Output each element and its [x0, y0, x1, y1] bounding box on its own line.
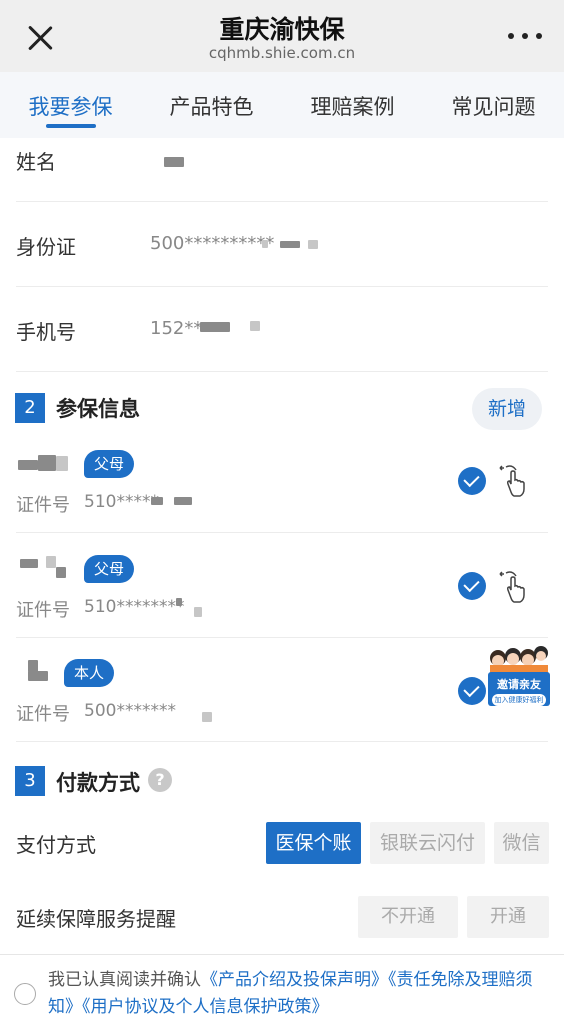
divider — [16, 371, 548, 372]
tab-bar: 我要参保 产品特色 理赔案例 常见问题 — [0, 72, 564, 138]
redacted-cert — [202, 712, 212, 722]
cert-label: 证件号 — [16, 495, 70, 516]
divider — [16, 286, 548, 287]
reminder-off-button[interactable]: 不开通 — [358, 896, 458, 938]
invite-friends-badge[interactable]: 邀请亲友 加入健康好福利 — [484, 644, 554, 716]
redacted-name — [56, 567, 66, 578]
relation-tag: 父母 — [84, 555, 135, 583]
invite-friends-sublabel: 加入健康好福利 — [494, 696, 544, 704]
redacted-name — [46, 556, 56, 568]
redacted-cert — [174, 497, 192, 505]
id-card-value: 500********** — [150, 233, 275, 254]
redacted-name — [56, 456, 68, 471]
relation-tag: 本人 — [64, 659, 115, 687]
cert-value: 510***** — [84, 492, 159, 512]
tab-label: 常见问题 — [451, 95, 536, 119]
selected-check-icon[interactable] — [458, 572, 486, 600]
reminder-on-button[interactable]: 开通 — [467, 896, 549, 938]
redacted-name — [18, 460, 38, 470]
page-url: cqhmb.shie.com.cn — [208, 44, 356, 62]
redacted-id — [308, 240, 318, 249]
product-declaration-link[interactable]: 《产品介绍及投保声明》 — [201, 970, 388, 990]
divider — [16, 201, 548, 202]
user-privacy-policy-link[interactable]: 《用户协议及个人信息保护政策》 — [82, 997, 329, 1017]
id-card-label: 身份证 — [16, 235, 76, 259]
tab-enroll[interactable]: 我要参保 — [0, 72, 141, 138]
app-header: 重庆渝快保 cqhmb.shie.com.cn — [0, 0, 564, 72]
pay-wechat-button[interactable]: 微信 — [494, 822, 549, 864]
name-label: 姓名 — [16, 150, 56, 174]
redacted-cert — [176, 598, 182, 606]
redacted-name — [164, 157, 184, 167]
redacted-name — [38, 455, 56, 471]
phone-value: 152** — [150, 318, 203, 339]
redacted-cert — [151, 497, 163, 505]
agreement-prefix: 我已认真阅读并确认 — [48, 970, 201, 990]
pay-medical-account-button[interactable]: 医保个账 — [266, 822, 361, 864]
agreement-text: 我已认真阅读并确认《产品介绍及投保声明》《责任免除及理赔须知》《用户协议及个人信… — [48, 967, 556, 1021]
more-options-icon[interactable] — [508, 28, 542, 44]
page-title: 重庆渝快保 — [219, 15, 345, 44]
divider — [16, 532, 548, 533]
invite-friends-label: 邀请亲友 — [497, 678, 541, 691]
tab-claim-cases[interactable]: 理赔案例 — [282, 72, 423, 138]
phone-label: 手机号 — [16, 320, 76, 344]
section-title-payment: 付款方式 — [56, 771, 140, 795]
redacted-name — [20, 559, 38, 568]
tap-hand-icon — [499, 465, 525, 497]
cert-value: 500******* — [84, 701, 176, 721]
cert-label: 证件号 — [16, 600, 70, 621]
redacted-name — [28, 671, 48, 681]
tab-label: 理赔案例 — [310, 95, 395, 119]
divider — [16, 637, 548, 638]
redacted-id — [262, 240, 268, 248]
help-icon[interactable]: ? — [148, 768, 172, 792]
renewal-reminder-label: 延续保障服务提醒 — [16, 907, 176, 931]
selected-check-icon[interactable] — [458, 677, 486, 705]
cert-label: 证件号 — [16, 704, 70, 725]
redacted-cert — [194, 607, 202, 617]
agree-radio[interactable] — [14, 983, 36, 1005]
tab-faq[interactable]: 常见问题 — [423, 72, 564, 138]
redacted-phone — [200, 322, 230, 332]
section-number: 3 — [15, 766, 45, 796]
redacted-phone — [250, 321, 260, 331]
add-insured-button[interactable]: 新增 — [472, 388, 542, 430]
payment-method-label: 支付方式 — [16, 833, 96, 857]
tab-label: 我要参保 — [28, 95, 113, 119]
redacted-id — [280, 241, 300, 248]
tab-label: 产品特色 — [169, 95, 254, 119]
relation-tag: 父母 — [84, 450, 135, 478]
tap-hand-icon — [499, 571, 525, 603]
section-number: 2 — [15, 393, 45, 423]
agreement-footer: 我已认真阅读并确认《产品介绍及投保声明》《责任免除及理赔须知》《用户协议及个人信… — [0, 954, 564, 1036]
tab-features[interactable]: 产品特色 — [141, 72, 282, 138]
section-title-insured: 参保信息 — [56, 397, 140, 421]
active-tab-indicator — [45, 124, 96, 128]
selected-check-icon[interactable] — [458, 467, 486, 495]
cert-value: 510******** — [84, 597, 185, 617]
divider — [16, 741, 548, 742]
pay-unionpay-button[interactable]: 银联云闪付 — [370, 822, 485, 864]
